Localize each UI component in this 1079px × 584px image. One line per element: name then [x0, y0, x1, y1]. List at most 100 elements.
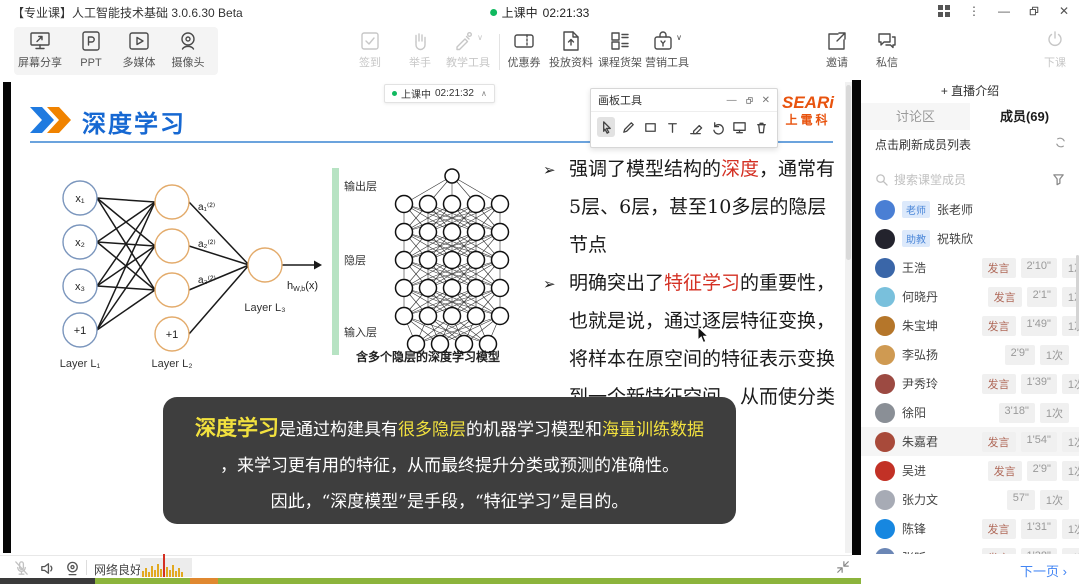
board-close-icon[interactable]: ✕ — [762, 95, 770, 106]
whiteboard-tool-icon[interactable] — [731, 117, 749, 137]
pen-tool-icon[interactable] — [619, 117, 637, 137]
coupon-button[interactable]: 优惠券 — [500, 29, 548, 71]
avatar — [875, 200, 895, 220]
member-row[interactable]: 张昕发言1'38"1次 — [861, 543, 1079, 554]
time-chip: 1'31" — [1021, 519, 1057, 539]
sidebar-tabs: 讨论区 成员(69) — [861, 103, 1079, 130]
filter-funnel-icon[interactable] — [1052, 173, 1065, 186]
microphone-muted-icon[interactable] — [12, 559, 30, 577]
refresh-icon[interactable] — [1054, 136, 1067, 149]
invite-button[interactable]: 邀请 — [813, 29, 861, 71]
push-material-label: 投放资料 — [549, 57, 593, 69]
class-status-label: 上课中 — [502, 4, 538, 21]
more-menu-icon[interactable]: ⋮ — [967, 4, 981, 18]
member-row[interactable]: 王浩发言2'10"1次 — [861, 253, 1079, 282]
board-restore-icon[interactable] — [745, 96, 754, 105]
teaching-tools-button[interactable]: ∨ 教学工具 — [444, 29, 492, 71]
member-row[interactable]: 朱宝坤发言1'49"1次 — [861, 311, 1079, 340]
cursor-tool-icon[interactable] — [597, 117, 615, 137]
live-intro-link[interactable]: + 直播介绍 — [861, 80, 1079, 104]
undo-tool-icon[interactable] — [708, 117, 726, 137]
member-name: 吴进 — [902, 462, 926, 479]
drawing-board-panel: 画板工具 — ✕ — [590, 88, 778, 148]
invite-label: 邀请 — [826, 57, 848, 69]
collapse-panel-icon[interactable] — [836, 560, 850, 574]
eraser-tool-icon[interactable] — [686, 117, 704, 137]
raise-hand-button[interactable]: 举手 — [396, 29, 444, 71]
collapse-caret-icon[interactable]: ∧ — [481, 89, 487, 98]
time-chip: 1'54" — [1021, 432, 1057, 452]
member-row[interactable]: 张力文57"1次 — [861, 485, 1079, 514]
member-row[interactable]: 吴进发言2'9"1次 — [861, 456, 1079, 485]
member-row[interactable]: 尹秀玲发言1'39"1次 — [861, 369, 1079, 398]
avatar — [875, 229, 895, 249]
trash-tool-icon[interactable] — [753, 117, 771, 137]
minimize-button[interactable]: — — [997, 4, 1011, 18]
text-tool-icon[interactable] — [664, 117, 682, 137]
class-timer-pill[interactable]: 上课中 02:21:32 ∧ — [384, 84, 495, 103]
teaching-tools-icon: ∨ — [444, 29, 492, 53]
end-class-icon — [1031, 29, 1079, 53]
multimedia-button[interactable]: 多媒体 — [115, 29, 163, 71]
speaker-icon[interactable] — [38, 559, 56, 577]
avatar — [875, 403, 895, 423]
rectangle-tool-icon[interactable] — [642, 117, 660, 137]
seari-logo: SEARi 上電科 — [782, 94, 834, 126]
desktop-strip-dark — [0, 578, 95, 584]
ppt-button[interactable]: PPT — [67, 29, 115, 71]
screen-share-label: 屏幕分享 — [18, 57, 62, 69]
tab-discussion[interactable]: 讨论区 — [861, 103, 970, 130]
push-material-icon — [547, 29, 595, 53]
time-chip: 1'49" — [1021, 316, 1057, 336]
check-in-button[interactable]: 签到 — [346, 29, 394, 71]
search-placeholder: 搜索课堂成员 — [894, 171, 1046, 188]
time-chip: 3'18" — [999, 403, 1035, 423]
member-row[interactable]: 徐阳3'18"1次 — [861, 398, 1079, 427]
push-material-button[interactable]: 投放资料 — [547, 29, 595, 71]
summary-line: 深度学习是通过构建具有很多隐层的机器学习模型和海量训练数据 — [163, 410, 736, 448]
member-row[interactable]: 何晓丹发言2'1"1次 — [861, 282, 1079, 311]
member-row[interactable]: 陈锋发言1'31"1次 — [861, 514, 1079, 543]
bullet-item: ➢ 强调了模型结构的深度，通常有5层、6层，甚至10多层的隐层节点 — [543, 150, 845, 264]
coupon-label: 优惠券 — [508, 57, 541, 69]
member-name: 朱宝坤 — [902, 317, 938, 334]
member-name: 徐阳 — [902, 404, 926, 421]
member-search-field[interactable]: 搜索课堂成员 — [875, 168, 1065, 190]
sidebar: + 直播介绍 讨论区 成员(69) 点击刷新成员列表 搜索课堂成员 老师张老师助… — [861, 80, 1079, 584]
member-row[interactable]: 李弘扬2'9"1次 — [861, 340, 1079, 369]
deep-network-diagram — [392, 168, 512, 354]
close-button[interactable]: ✕ — [1057, 4, 1071, 18]
camera-button[interactable]: 摄像头 — [164, 29, 212, 71]
svg-text:a₂⁽²⁾: a₂⁽²⁾ — [198, 239, 216, 250]
next-page-link[interactable]: 下一页 › — [1020, 561, 1067, 580]
member-row[interactable]: 朱嘉君发言1'54"1次 — [861, 427, 1079, 456]
titlebar: 【专业课】人工智能技术基础 3.0.6.30 Beta 上课中 02:21:33… — [0, 0, 1079, 22]
member-row[interactable]: 助教祝轶欣 — [861, 224, 1079, 253]
member-row[interactable]: 老师张老师 — [861, 195, 1079, 224]
board-tools — [591, 112, 777, 142]
screen-share-button[interactable]: 屏幕分享 — [16, 29, 64, 71]
logo-line1: SEARi — [782, 94, 834, 111]
course-shelf-button[interactable]: 课程货架 — [596, 29, 644, 71]
end-class-button[interactable]: 下课 — [1031, 29, 1079, 71]
deep-hidden-layer-label: 隐层 — [344, 252, 366, 268]
ppt-icon — [67, 29, 115, 53]
tab-members[interactable]: 成员(69) — [970, 103, 1079, 130]
member-name: 张力文 — [902, 491, 938, 508]
slide-scrollbar-thumb[interactable] — [846, 85, 851, 260]
layout-grid-icon[interactable] — [937, 4, 951, 18]
board-panel-titlebar[interactable]: 画板工具 — ✕ — [591, 89, 777, 112]
search-icon — [875, 173, 888, 186]
webcam-icon[interactable] — [63, 559, 81, 577]
svg-text:Layer L₃: Layer L₃ — [244, 302, 285, 314]
board-panel-controls: — ✕ — [727, 95, 770, 106]
restore-button[interactable] — [1027, 4, 1041, 18]
board-panel-title: 画板工具 — [598, 92, 727, 108]
count-chip: 1次 — [1040, 345, 1069, 365]
refresh-members-link[interactable]: 点击刷新成员列表 — [875, 136, 971, 153]
marketing-tools-button[interactable]: ∨ 营销工具 — [643, 29, 691, 71]
svg-text:Layer L₂: Layer L₂ — [152, 358, 193, 370]
board-minimize-icon[interactable]: — — [727, 95, 737, 106]
private-message-button[interactable]: 私信 — [863, 29, 911, 71]
class-status: 上课中 02:21:33 — [490, 4, 590, 21]
